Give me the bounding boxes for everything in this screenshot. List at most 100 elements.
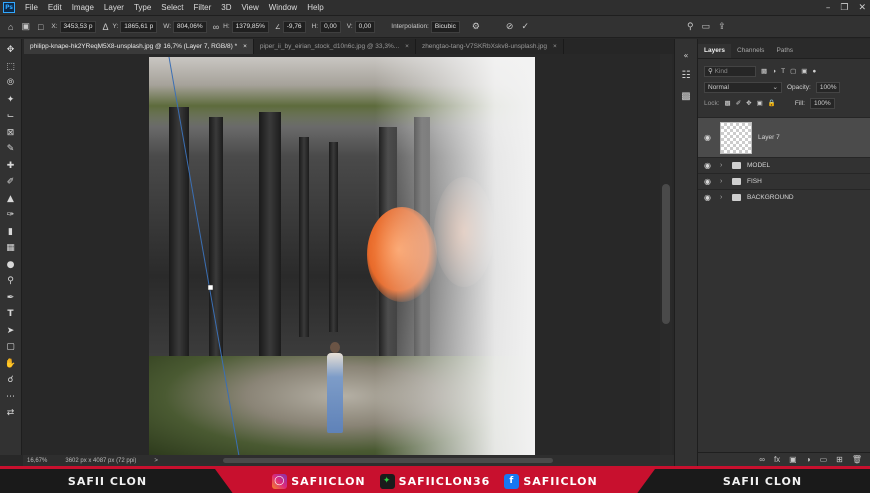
zoom-tool-icon[interactable]: ☌ [3, 372, 19, 389]
dodge-tool-icon[interactable]: ⚲ [3, 273, 19, 290]
path-selection-icon[interactable]: ➤ [3, 323, 19, 340]
angle-input[interactable]: -9,76 [282, 20, 306, 33]
minimize-icon[interactable]: – [826, 3, 831, 13]
lasso-tool-icon[interactable]: ⦾ [3, 75, 19, 92]
x-input[interactable]: 3453,53 p [59, 20, 97, 33]
zoom-level[interactable]: 16,67% [27, 458, 47, 464]
close-icon[interactable]: ✕ [858, 3, 866, 13]
eye-icon[interactable]: ◉ [704, 193, 714, 202]
pen-tool-icon[interactable]: ✒ [3, 290, 19, 307]
y-input[interactable]: 1865,61 p [120, 20, 158, 33]
adjustment-layer-icon[interactable]: ◑ [806, 455, 811, 464]
link-icon[interactable]: ∞ [213, 22, 219, 32]
tab-layers[interactable]: Layers [698, 44, 731, 58]
tab-zhengtao-tang[interactable]: zhengtao-tang-V7SKRbXskv8-unsplash.jpg × [416, 39, 564, 54]
new-group-icon[interactable]: ▭ [820, 455, 828, 464]
more-tools-icon[interactable]: ⋯ [3, 389, 19, 406]
edit-toolbar-icon[interactable]: ⇄ [3, 405, 19, 422]
opacity-input[interactable]: 100% [815, 81, 841, 93]
lock-move-icon[interactable]: ✥ [746, 99, 751, 107]
brush-tool-icon[interactable]: ✐ [3, 174, 19, 191]
blur-tool-icon[interactable]: ● [3, 257, 19, 274]
hand-tool-icon[interactable]: ✋ [3, 356, 19, 373]
libraries-icon[interactable]: ☷ [682, 70, 691, 81]
restore-icon[interactable]: ❐ [840, 3, 848, 13]
vskew-input[interactable]: 0,00 [354, 20, 376, 33]
fill-input[interactable]: 100% [809, 97, 835, 109]
lock-all-icon[interactable]: 🔒 [768, 99, 776, 107]
home-icon[interactable]: ⌂ [8, 22, 13, 32]
status-arrow-icon[interactable]: > [154, 458, 158, 464]
menu-filter[interactable]: Filter [189, 3, 217, 12]
tab-philipp-knape[interactable]: philipp-knape-hk2YReqM5X8-unsplash.jpg @… [24, 39, 254, 54]
hskew-input[interactable]: 0,00 [320, 20, 341, 33]
layer-group-row[interactable]: ◉ › BACKGROUND [698, 189, 870, 205]
lock-artboard-icon[interactable]: ▣ [757, 99, 763, 107]
interpolation-select[interactable]: Bicubic [430, 20, 460, 33]
vertical-scrollbar[interactable] [660, 54, 672, 455]
healing-brush-icon[interactable]: ✚ [3, 158, 19, 175]
tab-channels[interactable]: Channels [731, 44, 770, 58]
lock-pixels-icon[interactable]: ▩ [725, 99, 731, 107]
magic-wand-icon[interactable]: ✦ [3, 92, 19, 109]
layer-group-row[interactable]: ◉ › FISH [698, 173, 870, 189]
eraser-icon[interactable]: ▮ [3, 224, 19, 241]
smart-filter-icon[interactable]: ▣ [801, 67, 807, 75]
tab-close-icon[interactable]: × [553, 43, 557, 50]
add-mask-icon[interactable]: ▣ [789, 455, 797, 464]
photoshop-logo[interactable]: Ps [3, 2, 15, 13]
marquee-tool-icon[interactable]: ⬚ [3, 59, 19, 76]
stamp-tool-icon[interactable]: ▲ [3, 191, 19, 208]
reference-point-icon[interactable]: □ [38, 22, 43, 32]
tab-paths[interactable]: Paths [770, 44, 799, 58]
transform-tool-icon[interactable]: ▣ [21, 21, 30, 32]
rectangle-tool-icon[interactable]: ▢ [3, 339, 19, 356]
menu-help[interactable]: Help [302, 3, 328, 12]
canvas-area[interactable] [23, 54, 674, 455]
pixel-filter-icon[interactable]: ▩ [761, 67, 767, 75]
horizontal-scroll-thumb[interactable] [223, 458, 553, 463]
share-icon[interactable]: ⇪ [718, 21, 726, 32]
history-brush-icon[interactable]: ✑ [3, 207, 19, 224]
layer-group-row[interactable]: ◉ › MODEL [698, 157, 870, 173]
eye-icon[interactable]: ◉ [704, 133, 714, 142]
chevron-right-icon[interactable]: › [720, 162, 726, 169]
shape-filter-icon[interactable]: ▢ [790, 67, 796, 75]
chevron-right-icon[interactable]: › [720, 194, 726, 201]
new-layer-icon[interactable]: ⊞ [836, 455, 843, 464]
menu-window[interactable]: Window [264, 3, 302, 12]
type-filter-icon[interactable]: T [781, 68, 785, 75]
cancel-transform-icon[interactable]: ⊘ [506, 21, 514, 32]
adjustment-filter-icon[interactable]: ◑ [772, 68, 776, 75]
lock-brush-icon[interactable]: ✐ [736, 99, 741, 107]
move-tool-icon[interactable]: ✥ [3, 42, 19, 59]
layer-row[interactable]: ◉ Layer 7 [698, 117, 870, 157]
chevron-right-icon[interactable]: › [720, 178, 726, 185]
menu-image[interactable]: Image [67, 3, 99, 12]
eyedropper-icon[interactable]: ✎ [3, 141, 19, 158]
workspace-icon[interactable]: ▭ [702, 21, 711, 32]
frame-tool-icon[interactable]: ⊠ [3, 125, 19, 142]
kind-filter-select[interactable]: ⚲ Kind [704, 65, 756, 77]
fx-icon[interactable]: fx [774, 455, 780, 464]
eye-icon[interactable]: ◉ [704, 161, 714, 170]
menu-type[interactable]: Type [129, 3, 156, 12]
height-input[interactable]: 1379,85% [231, 20, 269, 33]
menu-edit[interactable]: Edit [43, 3, 67, 12]
document-canvas[interactable] [149, 57, 535, 455]
menu-layer[interactable]: Layer [99, 3, 129, 12]
gradient-tool-icon[interactable]: ▦ [3, 240, 19, 257]
adjustments-icon[interactable]: ▩ [681, 91, 690, 102]
tab-piper[interactable]: piper_ii_by_eirian_stock_d10n6c.jpg @ 33… [254, 39, 416, 54]
tab-close-icon[interactable]: × [243, 43, 247, 50]
search-icon[interactable]: ⚲ [687, 21, 694, 32]
eye-icon[interactable]: ◉ [704, 177, 714, 186]
menu-3d[interactable]: 3D [216, 3, 236, 12]
crop-tool-icon[interactable]: ⌙ [3, 108, 19, 125]
vertical-scroll-thumb[interactable] [662, 184, 670, 324]
delta-icon[interactable]: Δ [102, 22, 108, 32]
menu-select[interactable]: Select [156, 3, 188, 12]
blend-mode-select[interactable]: Normal ⌄ [704, 81, 782, 93]
link-layers-icon[interactable]: ∞ [759, 455, 765, 464]
filter-toggle-icon[interactable]: ● [812, 68, 816, 75]
